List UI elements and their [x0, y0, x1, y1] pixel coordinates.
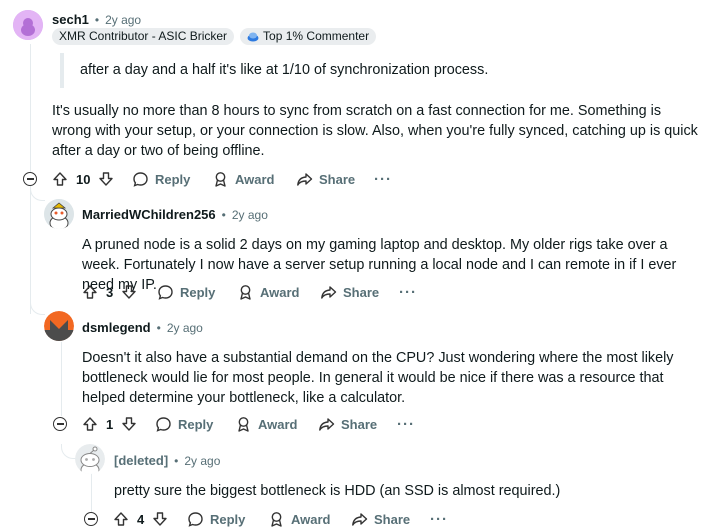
- separator-dot: •: [221, 207, 226, 222]
- award-icon: [215, 172, 226, 187]
- reply-label: Reply: [210, 512, 246, 527]
- downvote-icon[interactable]: [121, 416, 137, 432]
- snoo-avatar-icon: [13, 10, 43, 40]
- comment-bubble-icon: [188, 512, 203, 527]
- thread-branch: [30, 300, 45, 315]
- upvote-icon[interactable]: [113, 511, 129, 527]
- default-snoo-avatar-icon: [75, 444, 105, 474]
- quoted-text: after a day and a half it's like at 1/10…: [80, 62, 489, 78]
- comment-time[interactable]: 2y ago: [105, 13, 141, 27]
- comment-body: Doesn't it also have a substantial deman…: [82, 350, 674, 406]
- reply-button[interactable]: Reply: [155, 416, 213, 433]
- comment-bubble-icon: [156, 417, 171, 432]
- more-options-button[interactable]: ···: [397, 416, 415, 433]
- award-label: Award: [260, 285, 300, 300]
- reply-label: Reply: [178, 417, 214, 432]
- comment-bubble-icon: [133, 172, 148, 187]
- avatar[interactable]: [44, 311, 74, 341]
- award-label: Award: [258, 417, 298, 432]
- more-options-button[interactable]: ···: [374, 171, 392, 188]
- vote-count: 4: [137, 511, 145, 527]
- top-commenter-badge: Top 1% Commenter: [240, 28, 377, 45]
- award-button[interactable]: Award: [235, 416, 298, 433]
- vote-count: 3: [106, 284, 114, 300]
- share-button[interactable]: Share: [351, 511, 410, 528]
- reply-button[interactable]: Reply: [157, 284, 215, 301]
- monero-logo-icon: [44, 311, 74, 341]
- quote-bar: [60, 53, 64, 88]
- award-icon: [238, 417, 249, 432]
- upvote-icon[interactable]: [82, 416, 98, 432]
- thread-line-deleted: [91, 472, 92, 512]
- thread-branch: [61, 444, 76, 459]
- comment-bubble-icon: [158, 285, 173, 300]
- comment-time[interactable]: 2y ago: [167, 321, 203, 335]
- snoo-avatar-icon: [44, 199, 74, 229]
- separator-dot: •: [174, 453, 179, 468]
- share-label: Share: [319, 172, 356, 187]
- vote-count: 1: [106, 416, 114, 432]
- award-button[interactable]: Award: [212, 171, 275, 188]
- comment-username: [deleted]: [114, 453, 169, 468]
- share-label: Share: [374, 512, 411, 527]
- collapse-button[interactable]: [84, 512, 98, 526]
- vote-count: 10: [76, 171, 91, 187]
- share-button[interactable]: Share: [320, 284, 379, 301]
- avatar[interactable]: [44, 199, 74, 229]
- reply-label: Reply: [180, 285, 216, 300]
- comment-username[interactable]: MarriedWChildren256: [82, 207, 216, 222]
- more-options-button[interactable]: ···: [430, 511, 448, 528]
- share-icon: [352, 513, 368, 526]
- share-button[interactable]: Share: [318, 416, 377, 433]
- award-icon: [271, 512, 282, 527]
- comment-body: It's usually no more than 8 hours to syn…: [52, 103, 698, 159]
- thread-line-main: [30, 44, 31, 178]
- share-label: Share: [341, 417, 378, 432]
- share-icon: [321, 286, 337, 299]
- reply-button[interactable]: Reply: [187, 511, 245, 528]
- thread-line-dsm: [61, 342, 62, 416]
- award-button[interactable]: Award: [237, 284, 300, 301]
- comment-username[interactable]: dsmlegend: [82, 320, 151, 335]
- reply-label: Reply: [155, 172, 191, 187]
- thread-branch: [30, 186, 45, 201]
- downvote-icon[interactable]: [121, 284, 137, 300]
- share-button[interactable]: Share: [296, 171, 355, 188]
- downvote-icon[interactable]: [152, 511, 168, 527]
- reply-button[interactable]: Reply: [132, 171, 190, 188]
- user-flair: XMR Contributor - ASIC Bricker: [52, 28, 235, 45]
- share-icon: [319, 418, 335, 431]
- separator-dot: •: [94, 12, 100, 27]
- share-label: Share: [343, 285, 380, 300]
- collapse-button[interactable]: [53, 417, 67, 431]
- award-icon: [240, 285, 251, 300]
- avatar[interactable]: [13, 10, 43, 40]
- badge-icon: [247, 32, 259, 42]
- collapse-button[interactable]: [23, 172, 37, 186]
- award-label: Award: [235, 172, 275, 187]
- separator-dot: •: [156, 320, 161, 335]
- flair-text: XMR Contributor - ASIC Bricker: [59, 29, 228, 43]
- downvote-icon[interactable]: [98, 171, 114, 187]
- upvote-icon[interactable]: [52, 171, 68, 187]
- award-label: Award: [291, 512, 331, 527]
- comment-body: pretty sure the biggest bottleneck is HD…: [114, 483, 561, 499]
- more-options-button[interactable]: ···: [399, 284, 417, 301]
- share-icon: [297, 173, 313, 186]
- award-button[interactable]: Award: [268, 511, 331, 528]
- comment-username[interactable]: sech1: [52, 12, 89, 27]
- flair-text: Top 1% Commenter: [263, 29, 370, 43]
- thread-line-child: [30, 186, 31, 314]
- comment-time[interactable]: 2y ago: [184, 454, 220, 468]
- upvote-icon[interactable]: [82, 284, 98, 300]
- comment-time[interactable]: 2y ago: [232, 208, 268, 222]
- avatar: [75, 444, 105, 474]
